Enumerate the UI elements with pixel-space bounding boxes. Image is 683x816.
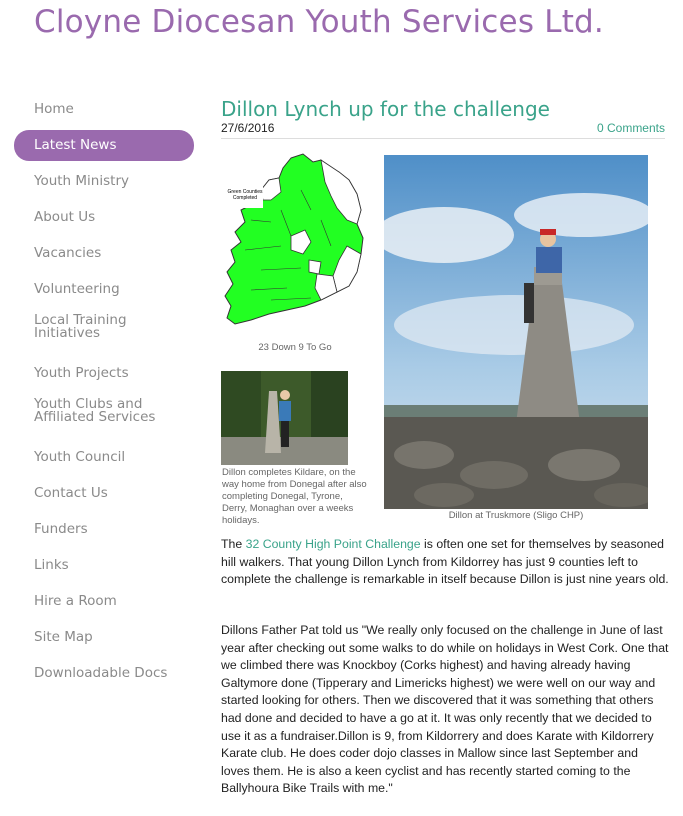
nav-item-volunteering[interactable]: Volunteering [14, 274, 194, 310]
truskmore-photo-caption: Dillon at Truskmore (Sligo CHP) [448, 510, 584, 521]
comments-link[interactable]: 0 Comments [597, 121, 665, 135]
nav-item-funders[interactable]: Funders [14, 514, 194, 550]
nav-item-home[interactable]: Home [14, 94, 194, 130]
nav-item-youth-clubs[interactable]: Youth Clubs and Affiliated Services [14, 394, 194, 442]
nav-item-latest-news[interactable]: Latest News [14, 130, 194, 161]
nav-item-site-map[interactable]: Site Map [14, 622, 194, 658]
article-paragraph-1: The 32 County High Point Challenge is of… [221, 536, 669, 589]
nav-item-youth-council[interactable]: Youth Council [14, 442, 194, 478]
nav-item-local-training[interactable]: Local Training Initiatives [14, 310, 194, 358]
article-paragraph-2: Dillons Father Pat told us "We really on… [221, 623, 669, 796]
nav-item-downloadable-docs[interactable]: Downloadable Docs [14, 658, 194, 694]
truskmore-photo-graphic [384, 155, 648, 509]
nav-item-links[interactable]: Links [14, 550, 194, 586]
nav-item-about-us[interactable]: About Us [14, 202, 194, 238]
kildare-photo-caption: Dillon completes Kildare, on the way hom… [222, 467, 367, 526]
nav-item-contact-us[interactable]: Contact Us [14, 478, 194, 514]
map-caption: 23 Down 9 To Go [258, 342, 332, 353]
ireland-map-graphic: Green Counties Completed [221, 150, 369, 340]
truskmore-photo[interactable] [384, 155, 648, 509]
nav-item-vacancies[interactable]: Vacancies [14, 238, 194, 274]
title-divider [221, 138, 665, 139]
post-date: 27/6/2016 [221, 121, 275, 135]
post-title[interactable]: Dillon Lynch up for the challenge [221, 97, 550, 121]
para1-text-start: The [221, 537, 246, 551]
chp-challenge-link[interactable]: 32 County High Point Challenge [246, 537, 421, 551]
kildare-photo-graphic [221, 371, 348, 465]
county-map-image[interactable]: Green Counties Completed [221, 150, 369, 340]
nav-item-hire-a-room[interactable]: Hire a Room [14, 586, 194, 622]
nav-item-youth-ministry[interactable]: Youth Ministry [14, 166, 194, 202]
sidebar-nav: Home Latest News Youth Ministry About Us… [14, 94, 194, 694]
nav-item-youth-projects[interactable]: Youth Projects [14, 358, 194, 394]
site-title[interactable]: Cloyne Diocesan Youth Services Ltd. [34, 4, 604, 40]
kildare-photo[interactable] [221, 371, 348, 465]
